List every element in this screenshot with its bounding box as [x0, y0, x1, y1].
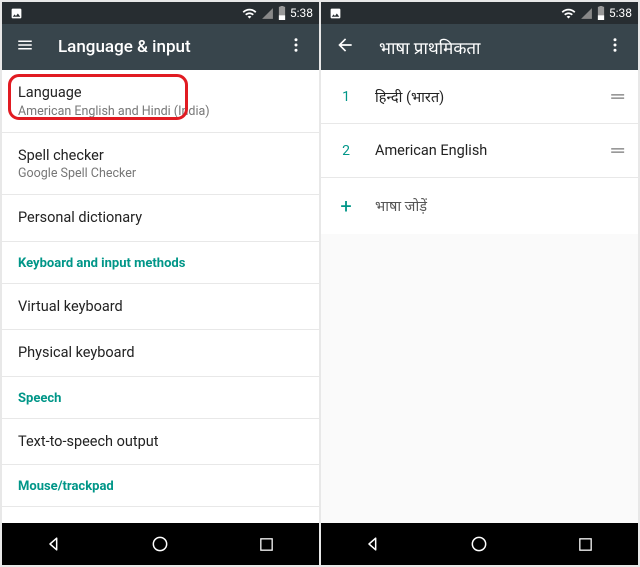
image-icon [329, 7, 342, 20]
overflow-icon[interactable] [606, 36, 624, 58]
item-title: Spell checker [18, 146, 303, 166]
menu-icon[interactable] [16, 36, 34, 58]
nav-bar [321, 523, 638, 565]
nav-bar [2, 523, 319, 565]
item-title: Language [18, 83, 303, 103]
image-icon [10, 7, 23, 20]
nav-home[interactable] [130, 523, 190, 565]
add-label: भाषा जोड़ें [375, 196, 622, 216]
drag-handle-icon[interactable]: ═ [611, 140, 622, 161]
item-title: Personal dictionary [18, 208, 303, 228]
battery-icon [597, 6, 605, 20]
item-subtitle: Google Spell Checker [18, 166, 303, 181]
toolbar: Language & input [2, 24, 319, 70]
toolbar: भाषा प्राथमिकता [321, 24, 638, 70]
section-keyboard: Keyboard and input methods [2, 242, 319, 284]
status-bar: 5:38 [321, 2, 638, 24]
nav-home[interactable] [449, 523, 509, 565]
status-time: 5:38 [290, 6, 313, 20]
setting-spell-checker[interactable]: Spell checker Google Spell Checker [2, 133, 319, 196]
drag-handle-icon[interactable]: ═ [611, 86, 622, 107]
phone-left: 5:38 Language & input Language American … [2, 2, 319, 565]
item-title: Virtual keyboard [18, 297, 303, 317]
nav-back[interactable] [25, 523, 85, 565]
status-bar: 5:38 [2, 2, 319, 24]
item-title: Text-to-speech output [18, 432, 303, 452]
wifi-icon [561, 6, 576, 21]
language-row[interactable]: 2 American English ═ [321, 124, 638, 178]
section-speech: Speech [2, 377, 319, 419]
item-subtitle: American English and Hindi (India) [18, 104, 303, 119]
signal-icon [261, 7, 274, 20]
setting-language[interactable]: Language American English and Hindi (Ind… [2, 70, 319, 133]
lang-label: American English [375, 142, 591, 159]
wifi-icon [242, 6, 257, 21]
nav-recent[interactable] [555, 523, 615, 565]
language-row[interactable]: 1 हिन्दी (भारत) ═ [321, 70, 638, 124]
item-title: Pointer speed [18, 520, 303, 523]
item-title: Physical keyboard [18, 343, 303, 363]
setting-physical-keyboard[interactable]: Physical keyboard [2, 330, 319, 377]
add-language[interactable]: + भाषा जोड़ें [321, 178, 638, 234]
language-list: 1 हिन्दी (भारत) ═ 2 American English ═ +… [321, 70, 638, 523]
signal-icon [580, 7, 593, 20]
overflow-icon[interactable] [287, 36, 305, 58]
page-title: भाषा प्राथमिकता [379, 36, 582, 59]
lang-index: 1 [337, 89, 355, 105]
nav-back[interactable] [344, 523, 404, 565]
nav-recent[interactable] [236, 523, 296, 565]
setting-personal-dictionary[interactable]: Personal dictionary [2, 195, 319, 242]
setting-virtual-keyboard[interactable]: Virtual keyboard [2, 284, 319, 331]
lang-label: हिन्दी (भारत) [375, 87, 591, 107]
setting-tts[interactable]: Text-to-speech output [2, 419, 319, 466]
status-time: 5:38 [609, 6, 632, 20]
page-title: Language & input [58, 37, 263, 57]
setting-pointer-speed[interactable]: Pointer speed [2, 507, 319, 523]
lang-index: 2 [337, 143, 355, 159]
back-icon[interactable] [335, 35, 355, 59]
phone-right: 5:38 भाषा प्राथमिकता 1 हिन्दी (भारत) ═ 2… [321, 2, 638, 565]
settings-list: Language American English and Hindi (Ind… [2, 70, 319, 523]
plus-icon: + [337, 194, 355, 218]
section-mouse: Mouse/trackpad [2, 465, 319, 507]
battery-icon [278, 6, 286, 20]
